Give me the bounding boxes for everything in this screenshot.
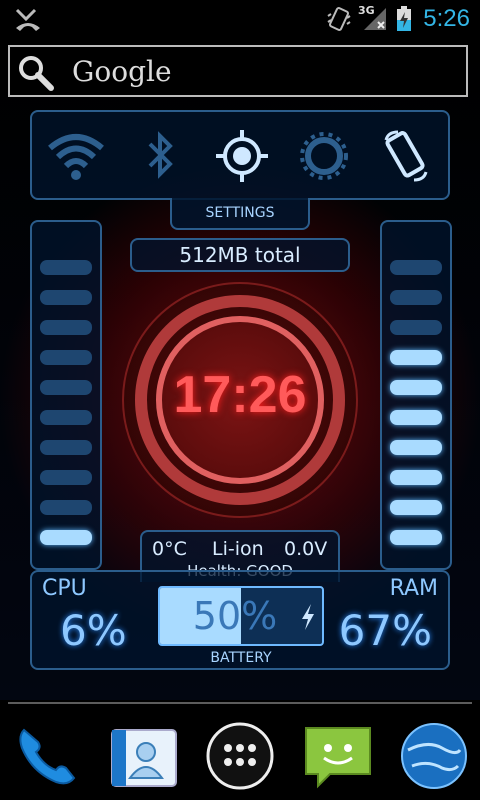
cpu-bar [40,500,92,515]
gps-icon[interactable] [212,130,272,182]
dock [0,706,480,800]
cpu-bar [40,440,92,455]
settings-button[interactable]: SETTINGS [170,198,310,230]
ram-value: 67% [338,606,432,655]
clock-status: 5:26 [423,5,470,32]
charging-bolt-icon [302,604,314,630]
messaging-icon[interactable] [302,720,374,792]
cpu-bar [40,410,92,425]
ram-bar [390,470,442,485]
wifi-icon[interactable] [46,130,106,182]
battery-meter[interactable]: 50% [158,586,324,646]
battery-percent: 50% [192,594,278,638]
cpu-bar [40,290,92,305]
browser-icon[interactable] [398,720,470,792]
ram-bar [390,290,442,305]
google-search-bar[interactable]: Google [8,45,468,97]
ram-bar [390,380,442,395]
ram-bars-column [380,220,452,570]
vibrate-icon [327,7,351,31]
ram-bar [390,440,442,455]
search-icon [19,56,54,91]
brightness-icon[interactable] [294,130,354,182]
memory-total-label: 512MB total [130,238,350,272]
ram-bar [390,500,442,515]
battery-label: BATTERY [210,650,272,666]
ram-bar [390,320,442,335]
battery-voltage: 0.0V [284,538,328,560]
ram-bar [390,410,442,425]
missed-call-icon[interactable] [14,6,42,32]
battery-charging-icon [397,6,411,31]
cpu-value: 6% [60,606,127,655]
cpu-bar [40,530,92,545]
ram-label: RAM [389,576,438,601]
bluetooth-icon[interactable] [130,130,190,182]
status-bar: 3G 5:26 [0,0,480,40]
phone-icon[interactable] [10,720,82,792]
cpu-bar [40,470,92,485]
ram-bar [390,350,442,365]
battery-temperature: 0°C [152,538,187,560]
ram-bar [390,530,442,545]
cpu-bar [40,380,92,395]
signal-icon [364,8,386,30]
cpu-bar [40,350,92,365]
app-drawer-icon[interactable] [204,720,276,792]
contacts-icon[interactable] [108,720,180,792]
ram-bar [390,260,442,275]
cpu-bar [40,260,92,275]
quick-toggles-panel [30,110,450,200]
rotate-icon[interactable] [376,130,436,182]
search-label: Google [72,55,172,88]
dock-divider [8,702,472,704]
clock-time[interactable]: 17:26 [140,365,340,425]
battery-type: Li-ion [212,538,264,560]
cpu-bars-column [30,220,102,570]
cpu-label: CPU [42,576,87,601]
stats-panel: CPU 6% 50% BATTERY RAM 67% [30,570,450,670]
cpu-bar [40,320,92,335]
